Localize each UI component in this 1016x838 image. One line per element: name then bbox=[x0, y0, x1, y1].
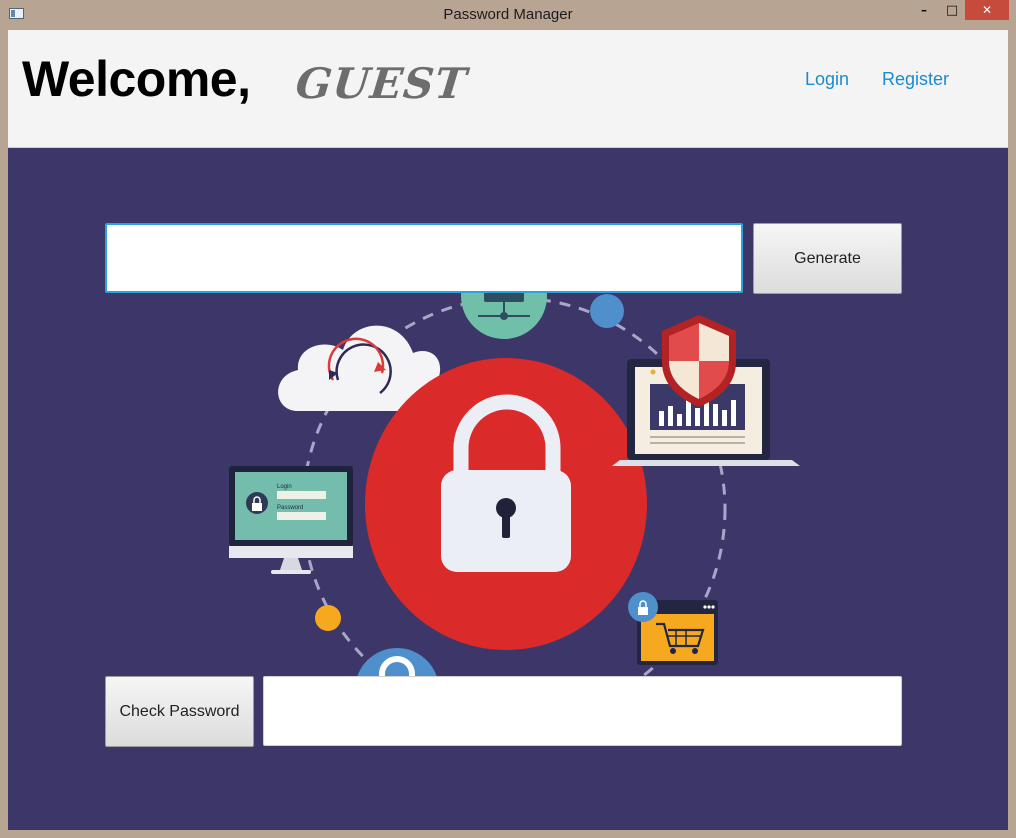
login-link[interactable]: Login bbox=[805, 69, 849, 90]
generate-button[interactable]: Generate bbox=[753, 223, 902, 294]
maximize-button[interactable]: □ bbox=[939, 0, 965, 20]
register-link[interactable]: Register bbox=[882, 69, 949, 90]
app-window: Welcome, GUEST Login Register Login Pass… bbox=[8, 30, 1008, 830]
username-label: GUEST bbox=[293, 59, 470, 108]
minimize-button[interactable]: – bbox=[911, 0, 937, 20]
header-bar: Welcome, GUEST Login Register bbox=[8, 30, 1008, 148]
monitor-login-label: Login bbox=[277, 484, 292, 490]
generated-password-field[interactable] bbox=[105, 223, 743, 293]
title-bar: Password Manager – □ ✕ bbox=[0, 0, 1016, 30]
monitor-password-label: Password bbox=[277, 505, 303, 511]
check-password-field[interactable] bbox=[263, 676, 902, 746]
welcome-heading: Welcome, bbox=[22, 51, 251, 107]
orange-dot bbox=[315, 605, 341, 631]
shopping-cart-window-icon bbox=[628, 592, 718, 665]
check-password-button[interactable]: Check Password bbox=[105, 676, 254, 747]
login-monitor-icon: Login Password bbox=[229, 466, 353, 574]
blue-dot bbox=[590, 294, 624, 328]
close-button[interactable]: ✕ bbox=[965, 0, 1009, 20]
window-title: Password Manager bbox=[443, 6, 573, 23]
main-lock-icon bbox=[365, 358, 647, 650]
